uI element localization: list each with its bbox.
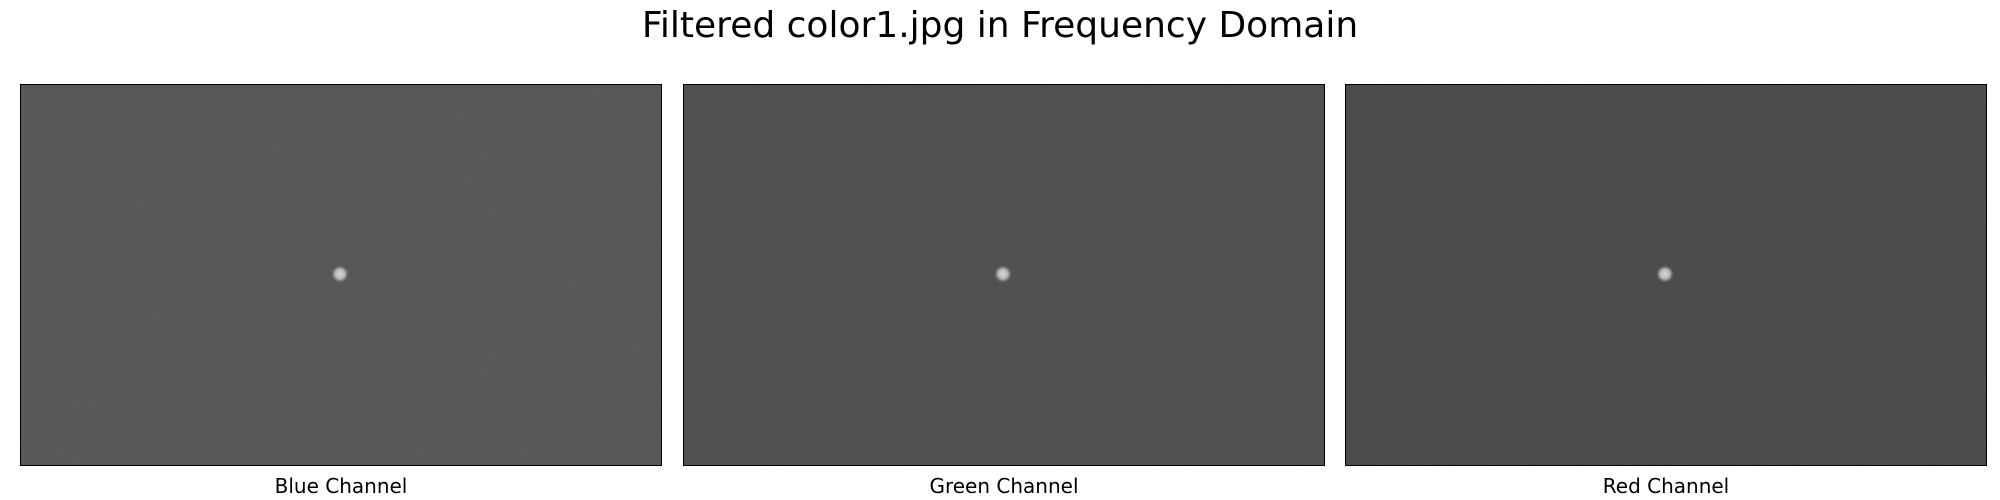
- red-channel-spectrum-svg: [1346, 85, 1986, 465]
- blue-channel-spectrum-image: [20, 84, 662, 466]
- figure-title: Filtered color1.jpg in Frequency Domain: [641, 5, 1359, 46]
- red-channel-dc-component: [1656, 265, 1674, 283]
- green-channel-dc-component: [994, 265, 1012, 283]
- blue-channel-panel: Blue Channel: [20, 84, 662, 498]
- blue-channel-label: Blue Channel: [274, 474, 408, 498]
- green-channel-spectrum-image: [683, 84, 1325, 466]
- red-channel-label: Red Channel: [1602, 474, 1730, 498]
- green-channel-spectrum-svg: [684, 85, 1324, 465]
- red-channel-panel: Red Channel: [1345, 84, 1987, 498]
- green-channel-label: Green Channel: [929, 474, 1079, 498]
- blue-channel-dc-component: [331, 265, 349, 283]
- red-channel-spectrum-image: [1345, 84, 1987, 466]
- green-channel-panel: Green Channel: [683, 84, 1325, 498]
- blue-channel-spectrum-svg: [21, 85, 661, 465]
